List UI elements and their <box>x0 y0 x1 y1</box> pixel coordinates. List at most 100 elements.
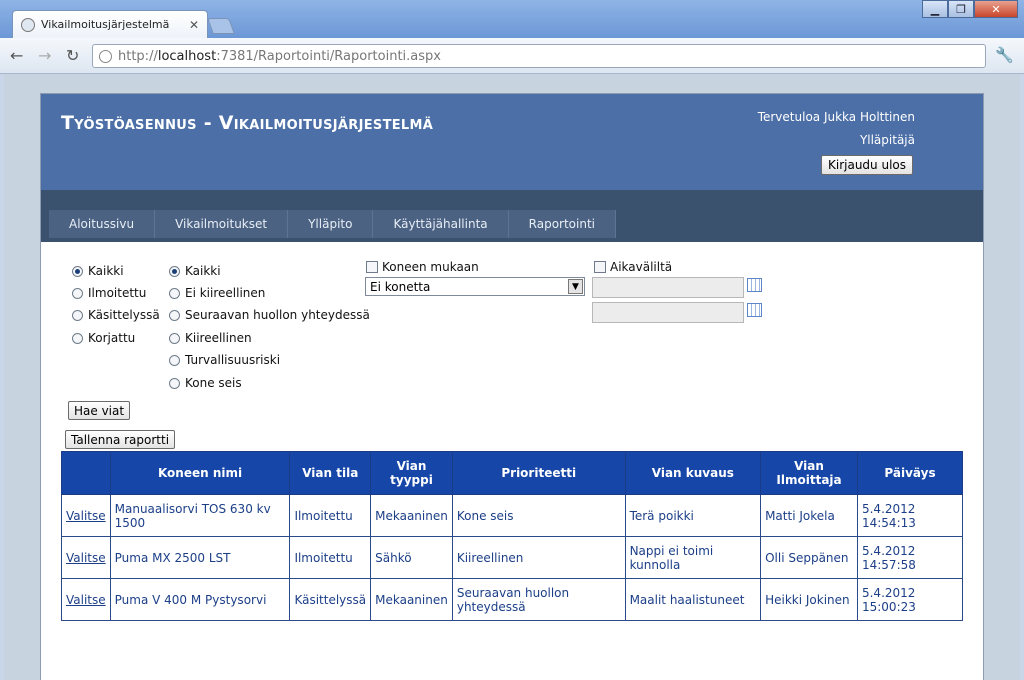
table-cell: Nappi ei toimi kunnolla <box>624 536 762 579</box>
priority-option-seuraavan-huollon[interactable]: Seuraavan huollon yhteydessä <box>169 308 370 322</box>
priority-option-kone-seis[interactable]: Kone seis <box>169 376 242 390</box>
priority-option-kiireellinen[interactable]: Kiireellinen <box>169 331 252 345</box>
column-header: Vian tila <box>289 451 372 495</box>
table-cell: Kiireellinen <box>451 536 626 579</box>
radio-label: Korjattu <box>88 331 136 345</box>
calendar-icon[interactable] <box>747 303 762 317</box>
fetch-faults-button[interactable]: Hae viat <box>68 401 131 420</box>
main-navigation: Aloitussivu Vikailmoitukset Ylläpito Käy… <box>41 190 983 242</box>
url-text: http://localhost:7381/Raportointi/Raport… <box>118 48 441 64</box>
radio-button[interactable] <box>72 309 83 321</box>
checkbox[interactable] <box>366 261 378 273</box>
new-tab-button[interactable] <box>207 18 235 34</box>
priority-option-kaikki[interactable]: Kaikki <box>169 264 221 278</box>
wrench-icon[interactable]: 🔧 <box>995 46 1014 64</box>
table-cell: 5.4.2012 15:00:23 <box>856 578 964 621</box>
minimize-button[interactable]: ▁ <box>922 0 948 18</box>
forward-arrow-icon[interactable]: → <box>38 46 51 65</box>
by-date-checkbox[interactable]: Aikaväliltä <box>594 260 672 274</box>
menu-item-vikailmoitukset[interactable]: Vikailmoitukset <box>155 210 289 238</box>
user-role: Ylläpitäjä <box>859 133 915 147</box>
column-header <box>61 451 111 495</box>
radio-button[interactable] <box>169 354 180 366</box>
select-link[interactable]: Valitse <box>66 593 106 607</box>
menu-item-raportointi[interactable]: Raportointi <box>508 210 617 238</box>
radio-button[interactable] <box>169 332 180 344</box>
column-header: Prioriteetti <box>451 451 626 495</box>
status-option-ilmoitettu[interactable]: Ilmoitettu <box>72 286 146 300</box>
radio-label: Ei kiireellinen <box>185 286 266 300</box>
radio-button[interactable] <box>72 332 83 344</box>
address-bar[interactable]: http://localhost:7381/Raportointi/Raport… <box>92 44 986 68</box>
site-title: Työstöasennus - Vikailmoitusjärjestelmä <box>61 112 434 134</box>
menu-item-kayttajahallinta[interactable]: Käyttäjähallinta <box>373 210 509 238</box>
table-cell: Ilmoitettu <box>289 536 372 579</box>
priority-option-ei-kiireellinen[interactable]: Ei kiireellinen <box>169 286 265 300</box>
table-cell: Matti Jokela <box>760 494 858 537</box>
logout-button[interactable]: Kirjaudu ulos <box>821 155 913 175</box>
table-cell: Manuaalisorvi TOS 630 kv 1500 <box>109 494 291 537</box>
status-option-korjattu[interactable]: Korjattu <box>72 331 135 345</box>
radio-label: Seuraavan huollon yhteydessä <box>185 308 370 322</box>
column-header: Vian Ilmoittaja <box>760 451 858 495</box>
table-cell: Ilmoitettu <box>289 494 372 537</box>
globe-icon <box>21 17 35 32</box>
column-header: Vian tyyppi <box>370 451 453 495</box>
browser-toolbar: ← → ↻ http://localhost:7381/Raportointi/… <box>0 38 1024 74</box>
start-date-input[interactable] <box>592 277 744 298</box>
welcome-text: Tervetuloa Jukka Holttinen <box>757 110 915 124</box>
browser-tab[interactable]: Vikailmoitusjärjestelmä ✕ <box>12 10 208 38</box>
radio-label: Kiireellinen <box>185 331 252 345</box>
table-row: Valitse Puma V 400 M Pystysorvi Käsittel… <box>61 578 964 621</box>
table-cell: Terä poikki <box>624 494 762 537</box>
menu-item-yllapito[interactable]: Ylläpito <box>288 210 374 238</box>
end-date-input[interactable] <box>592 302 744 323</box>
machine-select-value: Ei konetta <box>370 279 431 294</box>
close-window-button[interactable]: ✕ <box>974 0 1018 18</box>
menu-item-aloitussivu[interactable]: Aloitussivu <box>49 210 156 238</box>
maximize-button[interactable]: ❐ <box>948 0 974 18</box>
chevron-down-icon[interactable]: ▼ <box>568 279 583 294</box>
checkbox-label: Koneen mukaan <box>382 260 479 274</box>
table-cell: 5.4.2012 14:57:58 <box>856 536 964 579</box>
radio-button[interactable] <box>169 377 180 389</box>
table-cell: 5.4.2012 14:54:13 <box>856 494 964 537</box>
radio-button[interactable] <box>72 265 83 277</box>
table-cell: Kone seis <box>451 494 626 537</box>
table-row: Valitse Puma MX 2500 LST Ilmoitettu Sähk… <box>61 536 964 579</box>
radio-button[interactable] <box>169 309 180 321</box>
column-header: Päiväys <box>856 451 964 495</box>
back-arrow-icon[interactable]: ← <box>10 46 23 65</box>
reload-icon[interactable]: ↻ <box>66 46 79 65</box>
page-container: Työstöasennus - Vikailmoitusjärjestelmä … <box>40 93 984 680</box>
faults-table: Koneen nimi Vian tila Vian tyyppi Priori… <box>61 451 964 621</box>
column-header: Vian kuvaus <box>624 451 762 495</box>
status-option-kasittelyssa[interactable]: Käsittelyssä <box>72 308 160 322</box>
radio-button[interactable] <box>169 265 180 277</box>
table-cell: Sähkö <box>370 536 453 579</box>
save-report-button[interactable]: Tallenna raportti <box>65 430 176 449</box>
radio-button[interactable] <box>72 287 83 299</box>
priority-option-turvallisuusriski[interactable]: Turvallisuusriski <box>169 353 280 367</box>
select-link[interactable]: Valitse <box>66 509 106 523</box>
by-machine-checkbox[interactable]: Koneen mukaan <box>366 260 479 274</box>
table-cell: Valitse <box>61 494 111 537</box>
status-option-kaikki[interactable]: Kaikki <box>72 264 124 278</box>
machine-select[interactable]: Ei konetta ▼ <box>365 277 585 296</box>
browser-titlebar: Vikailmoitusjärjestelmä ✕ ▁ ❐ ✕ <box>0 0 1024 38</box>
calendar-icon[interactable] <box>747 278 762 292</box>
radio-button[interactable] <box>169 287 180 299</box>
table-cell: Mekaaninen <box>370 578 453 621</box>
select-link[interactable]: Valitse <box>66 551 106 565</box>
site-header: Työstöasennus - Vikailmoitusjärjestelmä … <box>41 94 983 190</box>
table-row: Valitse Manuaalisorvi TOS 630 kv 1500 Il… <box>61 494 964 537</box>
table-cell: Puma MX 2500 LST <box>109 536 291 579</box>
window-controls: ▁ ❐ ✕ <box>922 0 1018 18</box>
close-tab-icon[interactable]: ✕ <box>189 18 199 32</box>
table-cell: Valitse <box>61 536 111 579</box>
checkbox[interactable] <box>594 261 606 273</box>
radio-label: Käsittelyssä <box>88 308 160 322</box>
table-cell: Puma V 400 M Pystysorvi <box>109 578 291 621</box>
page-icon <box>99 49 112 63</box>
column-header: Koneen nimi <box>109 451 291 495</box>
